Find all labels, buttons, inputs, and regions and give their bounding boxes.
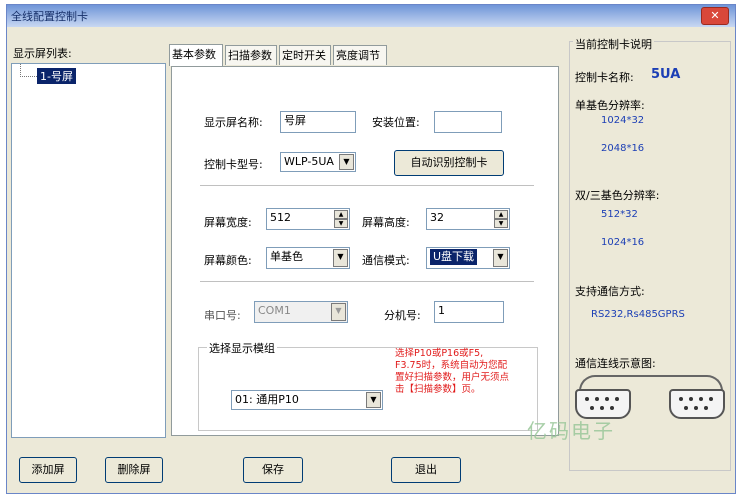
separator bbox=[200, 281, 534, 283]
serial-port-value: COM1 bbox=[258, 304, 291, 317]
watermark-logo: 亿码电子 bbox=[527, 419, 615, 443]
info-title: 当前控制卡说明 bbox=[573, 36, 654, 52]
card-name-value: 5UA bbox=[651, 67, 681, 82]
card-model-label: 控制卡型号: bbox=[204, 158, 263, 171]
db9-connector-icon bbox=[669, 389, 725, 419]
spin-up-icon[interactable]: ▲ bbox=[334, 210, 348, 219]
screen-color-value: 单基色 bbox=[270, 250, 303, 263]
chevron-down-icon[interactable]: ▼ bbox=[339, 154, 354, 170]
screen-name-input[interactable]: 号屏 bbox=[280, 111, 356, 133]
chevron-down-icon[interactable]: ▼ bbox=[493, 249, 508, 267]
sub-id-input[interactable]: 1 bbox=[434, 301, 504, 323]
separator bbox=[200, 185, 534, 187]
config-window: 全线配置控制卡 ✕ 显示屏列表: 1-号屏 基本参数 扫描参数 定时开关 亮度调… bbox=[6, 4, 736, 494]
serial-port-select[interactable]: COM1 ▼ bbox=[254, 301, 348, 323]
module-note: 选择P10或P16或F5, F3.75时，系统自动为您配置好扫描参数，用户无须点… bbox=[395, 348, 510, 395]
window-title: 全线配置控制卡 bbox=[11, 10, 88, 23]
screen-width-spinner[interactable]: 512 ▲ ▼ bbox=[266, 208, 350, 230]
screen-height-value: 32 bbox=[430, 211, 444, 224]
single-res-label: 单基色分辨率: bbox=[575, 99, 645, 112]
comm-mode-select[interactable]: U盘下载 ▼ bbox=[426, 247, 510, 269]
single-res-value: 2048*16 bbox=[601, 143, 645, 154]
dual-res-value: 1024*16 bbox=[601, 237, 645, 248]
screen-name-label: 显示屏名称: bbox=[204, 116, 263, 129]
spin-up-icon[interactable]: ▲ bbox=[494, 210, 508, 219]
tab-brightness[interactable]: 亮度调节 bbox=[333, 45, 387, 65]
comm-mode-value: U盘下载 bbox=[430, 249, 478, 265]
tab-timer[interactable]: 定时开关 bbox=[279, 45, 331, 65]
tab-basic[interactable]: 基本参数 bbox=[169, 44, 223, 66]
screen-list[interactable]: 1-号屏 bbox=[11, 63, 166, 438]
comm-mode-label: 通信模式: bbox=[362, 254, 410, 267]
screen-height-label: 屏幕高度: bbox=[362, 216, 410, 229]
comm-support-value: RS232,Rs485GPRS bbox=[591, 309, 685, 320]
install-location-input[interactable] bbox=[434, 111, 502, 133]
delete-screen-button[interactable]: 删除屏 bbox=[105, 457, 163, 483]
title-bar: 全线配置控制卡 ✕ bbox=[7, 5, 735, 27]
exit-button[interactable]: 退出 bbox=[391, 457, 461, 483]
screen-color-label: 屏幕颜色: bbox=[204, 254, 252, 267]
install-location-label: 安装位置: bbox=[372, 116, 420, 129]
card-model-select[interactable]: WLP-5UA ▼ bbox=[280, 152, 356, 172]
sub-id-label: 分机号: bbox=[384, 309, 421, 322]
module-groupbox: 选择显示模组 01: 通用P10 ▼ 选择P10或P16或F5, F3.75时，… bbox=[198, 340, 538, 431]
single-res-value: 1024*32 bbox=[601, 115, 645, 126]
basic-params-panel: 显示屏名称: 号屏 安装位置: 控制卡型号: WLP-5UA ▼ 自动识别控制卡… bbox=[171, 66, 559, 436]
close-button[interactable]: ✕ bbox=[701, 7, 729, 25]
module-value: 01: 通用P10 bbox=[235, 393, 299, 406]
wiring-label: 通信连线示意图: bbox=[575, 357, 656, 370]
module-group-title: 选择显示模组 bbox=[207, 340, 277, 356]
auto-detect-button[interactable]: 自动识别控制卡 bbox=[394, 150, 504, 176]
screen-width-value: 512 bbox=[270, 211, 291, 224]
serial-port-label: 串口号: bbox=[204, 309, 241, 322]
screen-list-item[interactable]: 1-号屏 bbox=[37, 68, 76, 84]
dual-res-label: 双/三基色分辨率: bbox=[575, 189, 660, 202]
tab-scan[interactable]: 扫描参数 bbox=[225, 45, 277, 65]
comm-support-label: 支持通信方式: bbox=[575, 285, 645, 298]
add-screen-button[interactable]: 添加屏 bbox=[19, 457, 77, 483]
chevron-down-icon[interactable]: ▼ bbox=[366, 392, 381, 408]
module-select[interactable]: 01: 通用P10 ▼ bbox=[231, 390, 383, 410]
card-name-label: 控制卡名称: bbox=[575, 71, 634, 84]
spin-down-icon[interactable]: ▼ bbox=[334, 219, 348, 228]
screen-width-label: 屏幕宽度: bbox=[204, 216, 252, 229]
dual-res-value: 512*32 bbox=[601, 209, 638, 220]
screen-height-spinner[interactable]: 32 ▲ ▼ bbox=[426, 208, 510, 230]
screen-color-select[interactable]: 单基色 ▼ bbox=[266, 247, 350, 269]
chevron-down-icon[interactable]: ▼ bbox=[331, 303, 346, 321]
tree-connector bbox=[20, 64, 37, 77]
save-button[interactable]: 保存 bbox=[243, 457, 303, 483]
screen-list-label: 显示屏列表: bbox=[13, 47, 72, 60]
spin-down-icon[interactable]: ▼ bbox=[494, 219, 508, 228]
card-model-value: WLP-5UA bbox=[284, 155, 334, 168]
chevron-down-icon[interactable]: ▼ bbox=[333, 249, 348, 267]
